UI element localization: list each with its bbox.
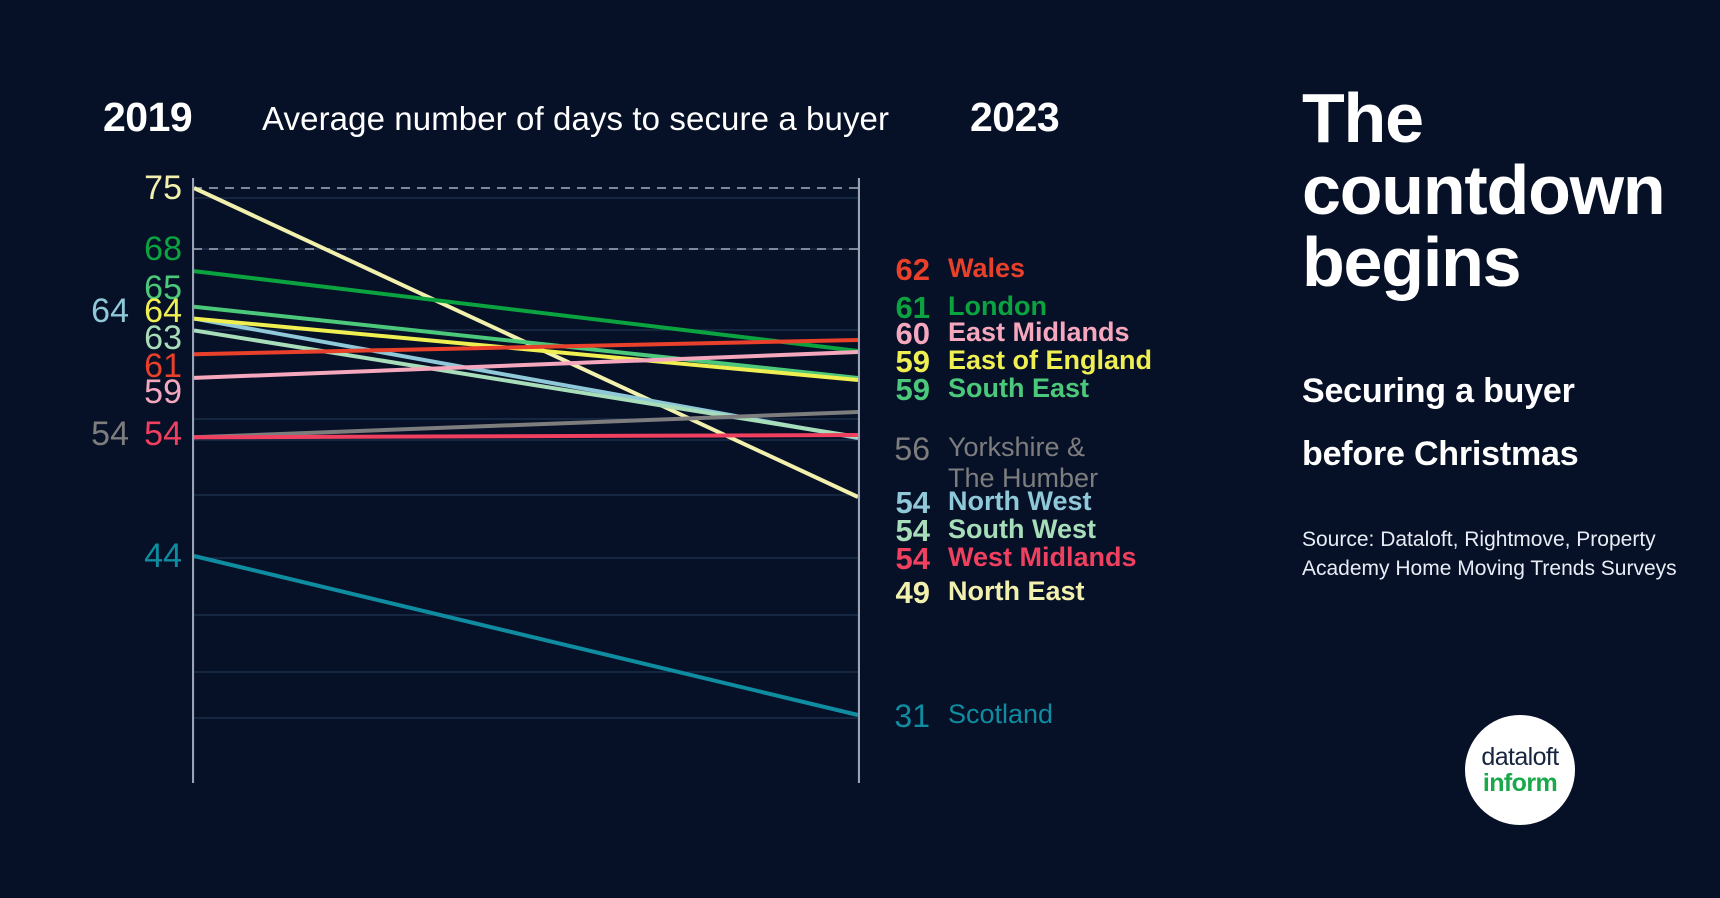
legend-label: East of England bbox=[948, 345, 1153, 375]
left-axis-value: 54 bbox=[144, 415, 182, 453]
chart-subtitle: Average number of days to secure a buyer bbox=[262, 100, 890, 137]
legend-value: 62 bbox=[895, 252, 930, 287]
legend-value: 56 bbox=[894, 431, 930, 467]
legend-label: North East bbox=[948, 576, 1085, 606]
series-line bbox=[193, 554, 859, 717]
legend-label: Wales bbox=[948, 253, 1026, 283]
legend-label: West Midlands bbox=[948, 542, 1137, 572]
legend-label: East Midlands bbox=[948, 317, 1130, 347]
headline: The countdown begins bbox=[1302, 79, 1666, 301]
legend-label: South West bbox=[948, 514, 1096, 544]
chart-svg bbox=[192, 178, 860, 783]
line-chart-plot bbox=[192, 178, 860, 793]
legend-label: Scotland bbox=[948, 699, 1054, 729]
chart-legend: 62 Wales 61 London 60 East Midlands 59 East of … bbox=[880, 0, 1270, 898]
left-axis-value: 44 bbox=[144, 537, 182, 575]
series-line bbox=[193, 433, 859, 440]
logo-line-dataloft: dataloft bbox=[1481, 743, 1559, 771]
legend-label: South East bbox=[948, 373, 1090, 403]
subheadline-line-2: before Christmas bbox=[1302, 435, 1579, 473]
legend-label: North West bbox=[948, 486, 1092, 516]
legend-item: 31 Scotland bbox=[880, 699, 1270, 733]
legend-item: 54 West Midlands bbox=[880, 542, 1270, 576]
logo-line-inform: inform bbox=[1482, 769, 1558, 797]
source-note: Source: Dataloft, Rightmove, Property Ac… bbox=[1302, 528, 1677, 580]
legend-item: 56 Yorkshire & The Humber bbox=[880, 432, 1270, 494]
series-line bbox=[193, 269, 859, 353]
left-axis-value: 68 bbox=[144, 230, 182, 268]
legend-value: 49 bbox=[895, 575, 930, 610]
legend-item: 59 South East bbox=[880, 373, 1270, 407]
legend-value: 31 bbox=[894, 698, 930, 734]
legend-value: 54 bbox=[895, 541, 930, 576]
legend-item: 49 North East bbox=[880, 576, 1270, 610]
left-axis-value: 75 bbox=[144, 169, 182, 207]
legend-value: 59 bbox=[895, 372, 930, 407]
left-axis-value-labels: 75 68 65 64 64 63 61 59 54 54 44 bbox=[0, 0, 215, 898]
left-axis-value: 59 bbox=[144, 373, 182, 411]
subheadline-line-1: Securing a buyer bbox=[1302, 372, 1575, 410]
subheadline: Securing a buyer before Christmas bbox=[1302, 360, 1712, 486]
legend-item: 62 Wales bbox=[880, 253, 1270, 287]
series-line bbox=[193, 316, 859, 382]
chart-panel: 2019 Average number of days to secure a … bbox=[0, 0, 1270, 898]
dataloft-inform-logo: dataloft inform bbox=[1465, 715, 1575, 825]
series-line bbox=[193, 350, 859, 380]
legend-label: Yorkshire & The Humber bbox=[948, 432, 1099, 493]
